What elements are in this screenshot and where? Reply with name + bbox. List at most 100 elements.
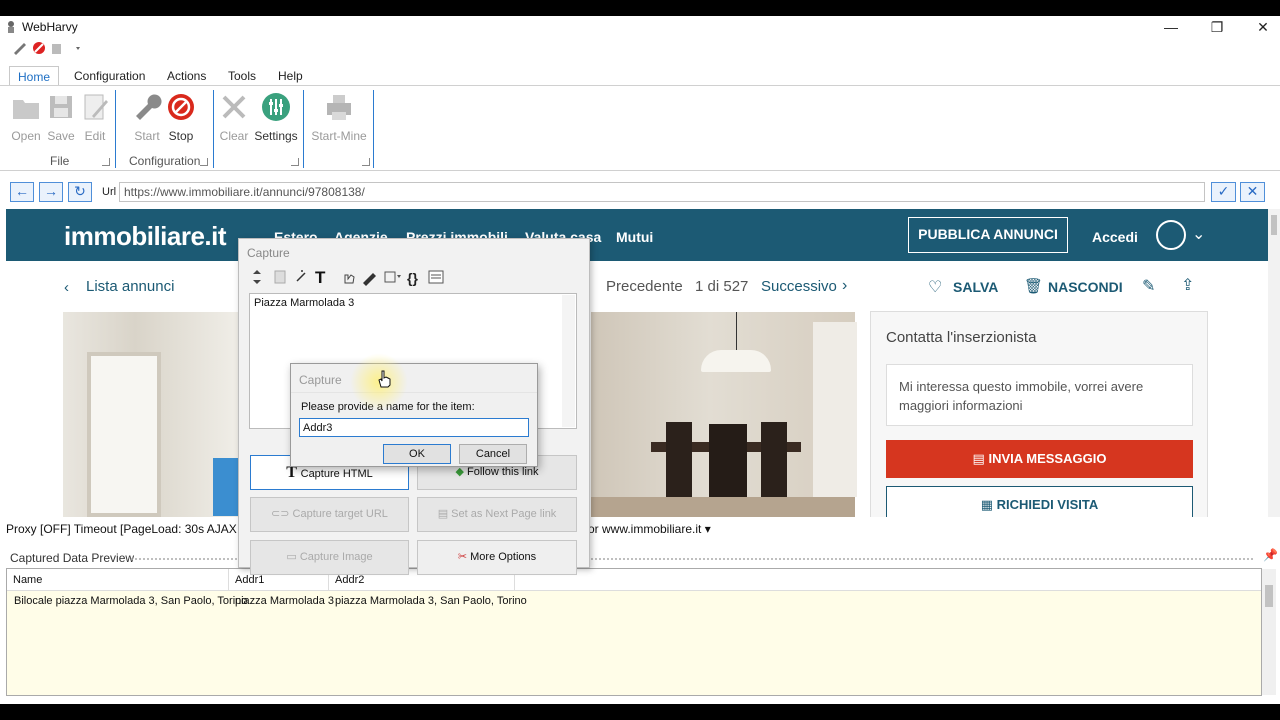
site-header: immobiliare.it Estero Agenzie Prezzi imm… bbox=[6, 209, 1268, 261]
prev-link[interactable]: Precedente bbox=[606, 278, 683, 295]
heart-icon[interactable]: ♡ bbox=[928, 277, 942, 297]
item-name-input[interactable] bbox=[299, 418, 529, 437]
forward-arrow-icon[interactable]: → bbox=[39, 182, 63, 202]
group-separator bbox=[303, 90, 304, 168]
edit-button[interactable]: Edit bbox=[76, 92, 114, 143]
url-input[interactable]: https://www.immobiliare.it/annunci/97808… bbox=[119, 182, 1205, 202]
tab-configuration[interactable]: Configuration bbox=[66, 66, 153, 86]
grid-scroll-thumb[interactable] bbox=[1265, 585, 1273, 607]
edit-icon bbox=[84, 94, 108, 120]
login-link[interactable]: Accedi bbox=[1092, 229, 1138, 245]
capture-tool-icons[interactable]: T {} bbox=[249, 267, 449, 287]
image-icon: ▭ bbox=[286, 551, 300, 563]
cell-name[interactable]: Bilocale piazza Marmolada 3, San Paolo, … bbox=[8, 595, 253, 607]
settings-button[interactable]: Settings bbox=[253, 92, 299, 143]
minimize-icon[interactable]: — bbox=[1148, 16, 1194, 38]
pin-icon[interactable]: 📌 bbox=[1263, 548, 1278, 562]
cell-addr1[interactable]: piazza Marmolada 3 bbox=[229, 595, 340, 607]
capture-image-button[interactable]: ▭ Capture Image bbox=[250, 540, 409, 575]
group-separator bbox=[115, 90, 116, 168]
stop-button[interactable]: Stop bbox=[162, 92, 200, 143]
nav-mutui[interactable]: Mutui bbox=[616, 229, 653, 245]
name-dialog: Capture Please provide a name for the it… bbox=[290, 363, 538, 467]
chevron-down-icon[interactable]: ⌄ bbox=[1192, 224, 1205, 244]
listing-photo-right[interactable] bbox=[591, 312, 857, 517]
more-options-label: More Options bbox=[470, 551, 537, 563]
browser-view[interactable]: immobiliare.it Estero Agenzie Prezzi imm… bbox=[6, 209, 1268, 517]
tab-help[interactable]: Help bbox=[270, 66, 311, 86]
restore-icon[interactable]: ❐ bbox=[1194, 16, 1240, 38]
clear-button[interactable]: Clear bbox=[215, 92, 253, 143]
cancel-x-icon[interactable]: ✕ bbox=[1240, 182, 1265, 202]
data-grid[interactable]: Name Addr1 Addr2 Bilocale piazza Marmola… bbox=[6, 568, 1262, 696]
pencil-icon[interactable]: ✎ bbox=[1142, 276, 1155, 296]
calendar-icon: ▦ bbox=[980, 497, 997, 512]
contact-box: Contatta l'inserzionista Mi interessa qu… bbox=[870, 311, 1208, 517]
pager-count: 1 di 527 bbox=[695, 278, 749, 295]
message-textarea[interactable]: Mi interessa questo immobile, vorrei ave… bbox=[886, 364, 1193, 426]
save-button[interactable]: Save bbox=[42, 92, 80, 143]
check-icon[interactable]: ✓ bbox=[1211, 182, 1236, 202]
mine-launcher-icon[interactable] bbox=[362, 158, 370, 166]
capture-image-label: Capture Image bbox=[299, 551, 373, 563]
file-launcher-icon[interactable] bbox=[102, 158, 110, 166]
window-title: WebHarvy bbox=[22, 20, 78, 34]
contact-title: Contatta l'inserzionista bbox=[886, 329, 1037, 346]
app-icon bbox=[8, 21, 14, 33]
tab-tools[interactable]: Tools bbox=[220, 66, 264, 86]
start-mine-label: Start-Mine bbox=[311, 129, 367, 143]
cell-addr2[interactable]: piazza Marmolada 3, San Paolo, Torino bbox=[329, 595, 533, 607]
tab-home[interactable]: Home bbox=[9, 66, 60, 86]
start-mine-button[interactable]: Start-Mine bbox=[310, 92, 368, 143]
photo-floor bbox=[591, 497, 855, 517]
configuration-launcher-icon[interactable] bbox=[200, 158, 208, 166]
title-bar: WebHarvy — ❐ ✕ bbox=[0, 16, 1280, 38]
cancel-button[interactable]: Cancel bbox=[459, 444, 527, 464]
send-message-button[interactable]: ▤ INVIA MESSAGGIO bbox=[886, 440, 1193, 478]
chevron-left-icon[interactable]: ‹ bbox=[64, 279, 69, 296]
stop-icon bbox=[168, 94, 194, 120]
refresh-icon[interactable]: ↻ bbox=[68, 182, 92, 202]
capture-text-scrollbar[interactable] bbox=[562, 295, 575, 427]
browser-scroll-thumb[interactable] bbox=[1271, 215, 1277, 235]
open-label: Open bbox=[11, 129, 41, 143]
page-icon: ▤ bbox=[437, 508, 452, 520]
back-arrow-icon[interactable]: ← bbox=[10, 182, 34, 202]
open-button[interactable]: Open bbox=[7, 92, 45, 143]
grid-scrollbar[interactable] bbox=[1262, 569, 1276, 695]
save-listing-link[interactable]: SALVA bbox=[953, 279, 998, 295]
capture-target-url-button[interactable]: ⊂⊃ Capture target URL bbox=[250, 497, 409, 532]
browser-scrollbar[interactable] bbox=[1268, 209, 1280, 517]
request-visit-button[interactable]: ▦ RICHIEDI VISITA bbox=[886, 486, 1193, 517]
column-header-name[interactable]: Name bbox=[7, 569, 229, 591]
user-icon[interactable] bbox=[1156, 220, 1186, 250]
hand-cursor-icon bbox=[378, 370, 391, 388]
quick-access-icons[interactable] bbox=[12, 40, 82, 56]
more-options-button[interactable]: ✂ More Options bbox=[417, 540, 577, 575]
tools-icon: ✂ bbox=[457, 551, 471, 563]
link-icon: ⊂⊃ bbox=[271, 508, 293, 520]
status-site[interactable]: or www.immobiliare.it ▾ bbox=[588, 522, 711, 536]
url-label: Url bbox=[102, 186, 117, 198]
settings-sliders-icon bbox=[262, 93, 290, 121]
follow-link-label: Follow this link bbox=[466, 466, 539, 478]
request-visit-label: RICHIEDI VISITA bbox=[996, 497, 1099, 512]
clear-x-icon bbox=[222, 95, 246, 119]
publish-button[interactable]: PUBBLICA ANNUNCI bbox=[908, 217, 1068, 253]
ok-button[interactable]: OK bbox=[383, 444, 451, 464]
set-next-page-button[interactable]: ▤ Set as Next Page link bbox=[417, 497, 577, 532]
back-to-list-link[interactable]: Lista annunci bbox=[86, 278, 174, 295]
hide-listing-link[interactable]: NASCONDI bbox=[1048, 279, 1123, 295]
settings-launcher-icon[interactable] bbox=[291, 158, 299, 166]
quick-access-toolbar bbox=[12, 40, 82, 58]
save-label: Save bbox=[47, 129, 75, 143]
listing-photo-left[interactable] bbox=[63, 312, 243, 517]
next-chevron-icon[interactable]: › bbox=[842, 277, 847, 295]
site-logo[interactable]: immobiliare.it bbox=[64, 221, 227, 252]
start-button[interactable]: Start bbox=[128, 92, 166, 143]
tab-actions[interactable]: Actions bbox=[159, 66, 214, 86]
close-icon[interactable]: ✕ bbox=[1240, 16, 1280, 38]
next-link[interactable]: Successivo bbox=[761, 278, 837, 295]
trash-icon[interactable]: 🗑 bbox=[1024, 277, 1043, 295]
share-icon[interactable]: ⇪ bbox=[1181, 275, 1194, 295]
